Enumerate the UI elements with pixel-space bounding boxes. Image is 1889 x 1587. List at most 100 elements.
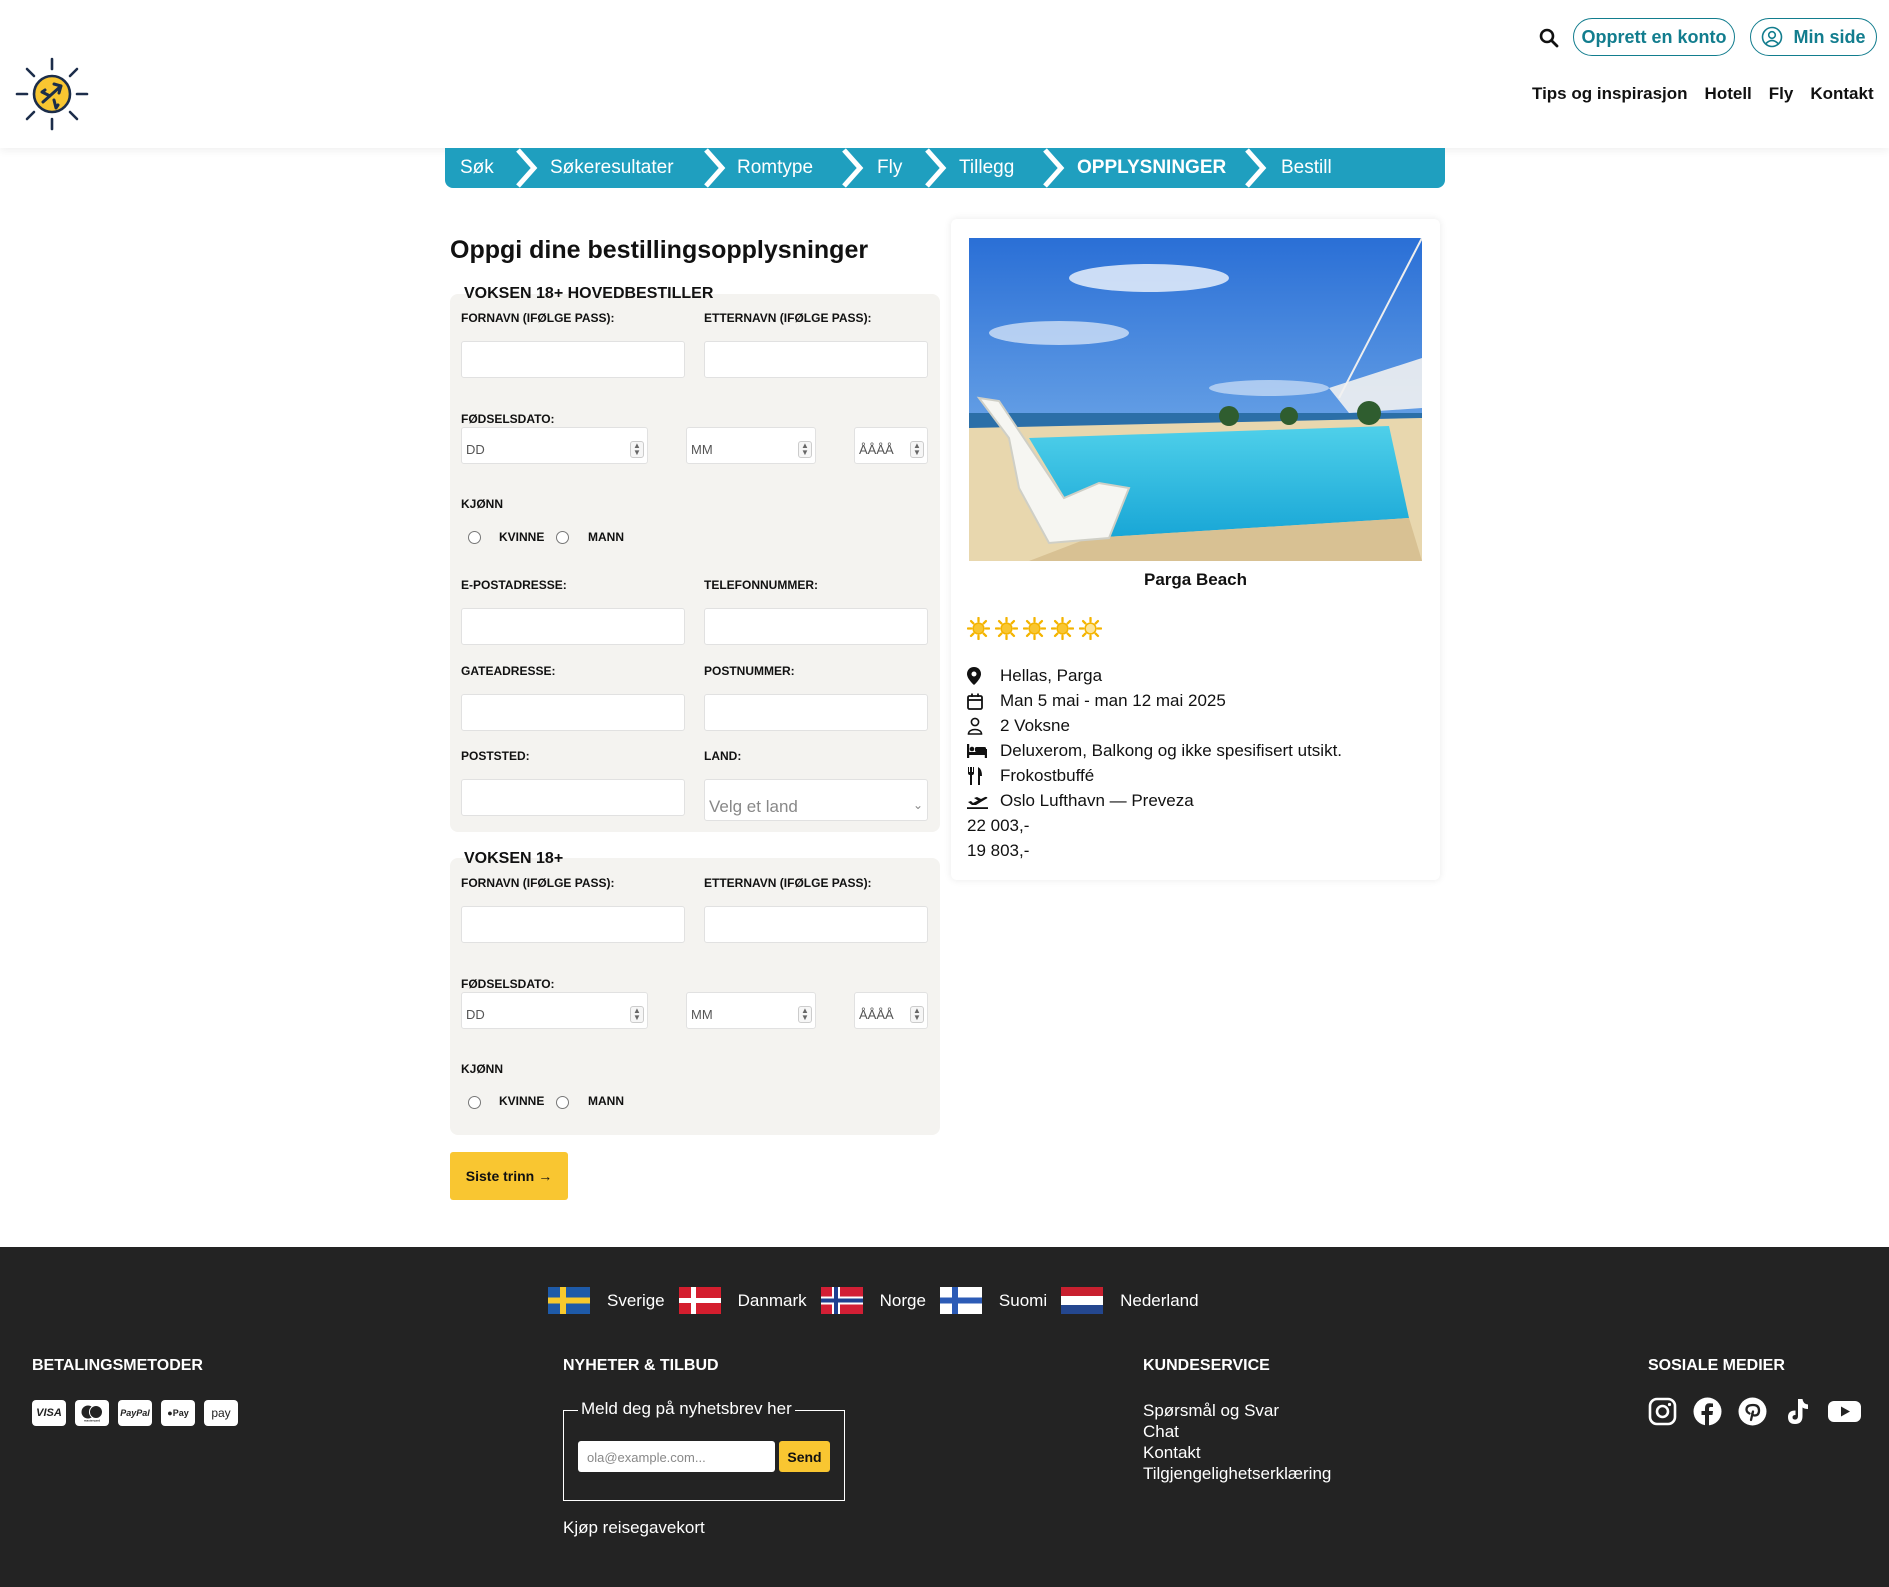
room-text: Deluxerom, Balkong og ikke spesifisert u… [1000,741,1343,760]
birth-day-input[interactable]: DD ▲ ▼ [461,992,648,1029]
pinterest-icon[interactable] [1738,1397,1767,1426]
accessibility-link[interactable]: Tilgjengelighetserklæring [1143,1463,1331,1484]
newsletter-email-input[interactable]: ola@example.com... [578,1441,775,1472]
youtube-icon[interactable] [1828,1397,1861,1426]
create-account-button[interactable]: Opprett en konto [1573,18,1735,56]
step-book[interactable]: Bestill [1281,148,1332,188]
denmark-flag-icon [678,1287,721,1314]
giftcard-link[interactable]: Kjøp reisegavekort [563,1518,705,1538]
newsletter-send-button[interactable]: Send [779,1441,830,1472]
birth-year-input[interactable]: ÅÅÅÅ ▲ ▼ [854,992,928,1029]
norway-flag-icon [820,1287,863,1314]
faq-link[interactable]: Spørsmål og Svar [1143,1400,1331,1421]
spinner-arrows-icon[interactable]: ▲ ▼ [798,441,812,458]
chat-link[interactable]: Chat [1143,1421,1331,1442]
female-radio[interactable] [468,1096,481,1109]
guests-text: 2 Voksne [1000,716,1070,735]
birth-year-input[interactable]: ÅÅÅÅ ▲ ▼ [854,427,928,464]
nav-hotel[interactable]: Hotell [1705,84,1752,104]
board-text: Frokostbuffé [1000,766,1095,785]
country-netherlands[interactable]: Nederland [1061,1287,1199,1314]
step-results[interactable]: Søkeresultater [550,148,674,188]
search-icon[interactable] [1537,26,1561,50]
country-selector: Sverige Danmark Norge Suomi Nederland [548,1287,1213,1314]
first-name-input[interactable] [461,341,685,378]
day-placeholder: DD [466,442,485,457]
dates-text: Man 5 mai - man 12 mai 2025 [1000,691,1226,710]
postcode-input[interactable] [704,694,928,731]
country-label: Nederland [1120,1290,1199,1310]
country-label: LAND: [704,749,742,763]
country-select[interactable]: Velg et land ⌄ [704,779,928,821]
step-roomtype[interactable]: Romtype [737,148,813,188]
price-original: 22 003,- [967,816,1030,835]
phone-input[interactable] [704,608,928,645]
chevron-right-icon [1043,148,1065,188]
sun-rating-icon [967,617,990,640]
country-denmark[interactable]: Danmark [678,1287,807,1314]
spinner-arrows-icon[interactable]: ▲ ▼ [910,441,924,458]
last-name-input[interactable] [704,341,928,378]
street-input[interactable] [461,694,685,731]
contact-link[interactable]: Kontakt [1143,1442,1331,1463]
first-name-label: FORNAVN (IFØLGE PASS): [461,311,615,325]
sun-rating-icon [1079,617,1102,640]
city-input[interactable] [461,779,685,816]
service-links: Spørsmål og Svar Chat Kontakt Tilgjengel… [1143,1400,1331,1484]
birth-month-input[interactable]: MM ▲ ▼ [686,427,816,464]
email-input[interactable] [461,608,685,645]
location-pin-icon [967,667,981,685]
last-name-label: ETTERNAVN (IFØLGE PASS): [704,311,872,325]
finland-flag-icon [939,1287,982,1314]
country-label: Norge [879,1290,926,1310]
city-label: POSTSTED: [461,749,530,763]
spinner-arrows-icon[interactable]: ▲ ▼ [630,1006,644,1023]
country-label: Danmark [737,1290,807,1310]
logo-sun-plane-icon[interactable] [14,56,90,132]
my-page-button[interactable]: Min side [1750,18,1877,56]
user-circle-icon [1762,26,1783,48]
male-radio[interactable] [556,531,569,544]
spinner-arrows-icon[interactable]: ▲ ▼ [798,1006,812,1023]
flight-row: Oslo Lufthavn — Preveza [967,791,1194,811]
male-radio[interactable] [556,1096,569,1109]
step-flight[interactable]: Fly [877,148,902,188]
cutlery-icon [968,767,982,785]
birthdate-label: FØDSELSDATO: [461,412,555,426]
country-label: Sverige [607,1290,665,1310]
country-sweden[interactable]: Sverige [548,1287,665,1314]
country-norway[interactable]: Norge [820,1287,926,1314]
social-heading: SOSIALE MEDIER [1648,1357,1785,1374]
last-name-input[interactable] [704,906,928,943]
sun-rating-icon [1051,617,1074,640]
month-placeholder: MM [691,442,713,457]
country-finland[interactable]: Suomi [939,1287,1047,1314]
next-step-button[interactable]: Siste trinn → [450,1152,568,1200]
female-radio[interactable] [468,531,481,544]
next-step-label: Siste trinn [465,1168,535,1184]
nav-fly[interactable]: Fly [1769,84,1794,104]
spinner-arrows-icon[interactable]: ▲ ▼ [910,1006,924,1023]
step-extras[interactable]: Tillegg [959,148,1014,188]
visa-icon: VISA [32,1400,66,1426]
site-header: Opprett en konto Min side Tips og inspir… [0,0,1889,148]
female-label: KVINNE [499,1094,545,1108]
spinner-arrows-icon[interactable]: ▲ ▼ [630,441,644,458]
nav-tips[interactable]: Tips og inspirasjon [1532,84,1688,104]
booking-steps: Søk Søkeresultater Romtype Fly Tillegg O… [445,148,1445,188]
instagram-icon[interactable] [1648,1397,1677,1426]
gender-label: KJØNN [461,1062,504,1076]
nav-contact[interactable]: Kontakt [1810,84,1873,104]
first-name-label: FORNAVN (IFØLGE PASS): [461,876,615,890]
step-details-active[interactable]: OPPLYSNINGER [1077,148,1226,188]
birth-day-input[interactable]: DD ▲ ▼ [461,427,648,464]
birth-month-input[interactable]: MM ▲ ▼ [686,992,816,1029]
location-row: Hellas, Parga [967,666,1102,686]
facebook-icon[interactable] [1693,1397,1722,1426]
social-icons [1648,1397,1861,1426]
step-search[interactable]: Søk [460,148,494,188]
first-name-input[interactable] [461,906,685,943]
tiktok-icon[interactable] [1783,1397,1812,1426]
hotel-photo [969,238,1422,561]
my-page-label: Min side [1793,26,1866,47]
